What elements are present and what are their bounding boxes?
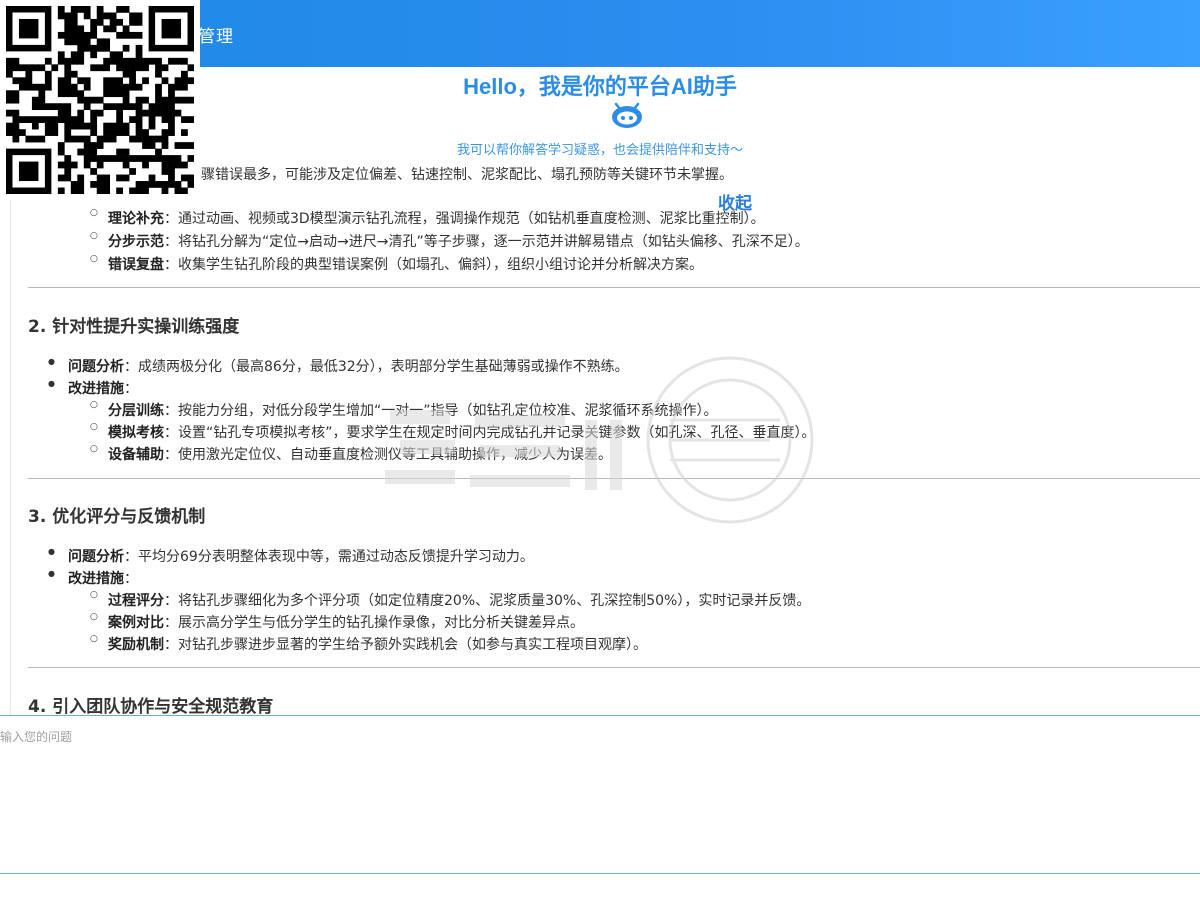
section-heading: 3. 优化评分与反馈机制 (28, 507, 206, 527)
list-item: 问题分析：成绩两极分化（最高86分，最低32分），表明部分学生基础薄弱或操作不熟… (48, 356, 629, 376)
list-item: 改进措施： (48, 568, 138, 588)
divider (28, 667, 1200, 668)
robot-icon (612, 102, 642, 128)
divider (28, 478, 1200, 479)
question-input[interactable] (0, 716, 1200, 878)
question-input-area[interactable] (0, 715, 1200, 878)
divider (28, 287, 1200, 288)
list-item: 模拟考核：设置“钻孔专项模拟考核”，要求学生在规定时间内完成钻孔并记录关键参数（… (90, 422, 816, 442)
list-item: 奖励机制：对钻孔步骤进步显著的学生给予额外实践机会（如参与真实工程项目观摩）。 (90, 634, 647, 654)
section-heading: 2. 针对性提升实操训练强度 (28, 317, 240, 337)
list-item: 案例对比：展示高分学生与低分学生的钻孔操作录像，对比分析关键差异点。 (90, 612, 584, 632)
list-item: 设备辅助：使用激光定位仪、自动垂直度检测仪等工具辅助操作，减少人为误差。 (90, 444, 612, 464)
answer-content: 骤错误最多，可能涉及定位偏差、钻速控制、泥浆配比、塌孔预防等关键环节未掌握。 理… (10, 150, 1200, 715)
list-item: 过程评分：将钻孔步骤细化为多个评分项（如定位精度20%、泥浆质量30%、孔深控制… (90, 590, 810, 610)
collapse-button[interactable]: 收起 (718, 189, 752, 214)
qr-code-pattern (6, 6, 194, 194)
list-item: 理论补充：通过动画、视频或3D模型演示钻孔流程，强调操作规范（如钻机垂直度检测、… (90, 208, 765, 228)
partial-text: 骤错误最多，可能涉及定位偏差、钻速控制、泥浆配比、塌孔预防等关键环节未掌握。 (201, 167, 733, 183)
list-item: 问题分析：平均分69分表明整体表现中等，需通过动态反馈提升学习动力。 (48, 546, 534, 566)
list-item: 分步示范：将钻孔分解为“定位→启动→进尺→清孔”等子步骤，逐一示范并讲解易错点（… (90, 231, 809, 251)
list-item: 错误复盘：收集学生钻孔阶段的典型错误案例（如塌孔、偏斜），组织小组讨论并分析解决… (90, 254, 703, 274)
section-heading: 4. 引入团队协作与安全规范教育 (28, 697, 274, 715)
list-item: 分层训练：按能力分组，对低分段学生增加“一对一”指导（如钻孔定位校准、泥浆循环系… (90, 400, 718, 420)
list-item: 改进措施： (48, 378, 138, 398)
qr-code (0, 0, 200, 200)
header-title: 管理 (198, 27, 234, 47)
